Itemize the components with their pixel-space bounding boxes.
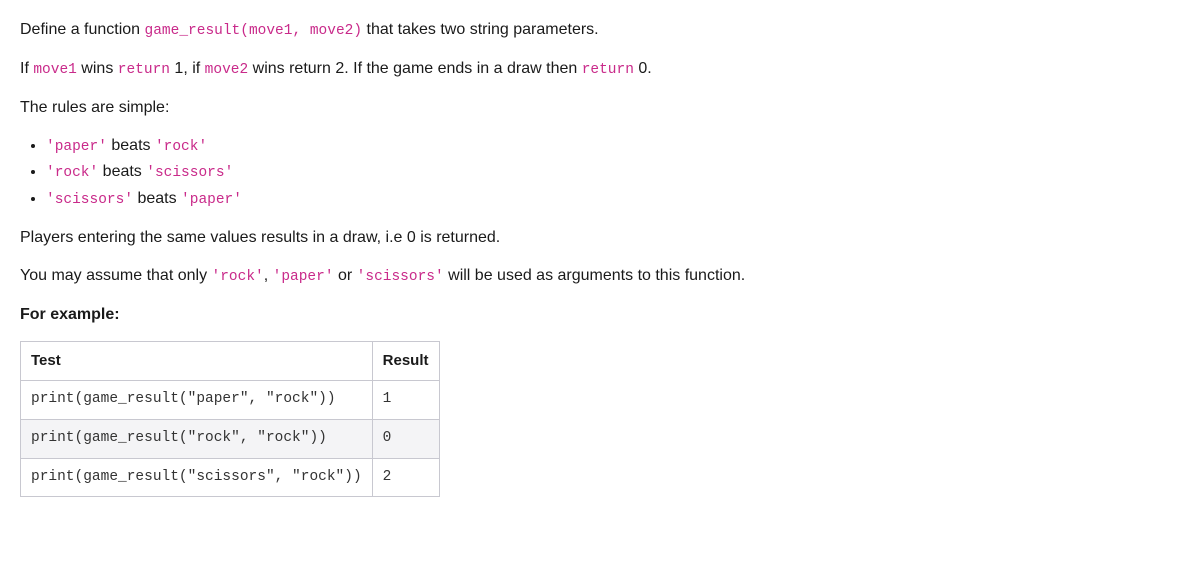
text: 0. [634, 60, 652, 77]
code-return: return [118, 62, 170, 78]
code-literal: 'rock' [46, 165, 98, 181]
cell-result: 2 [372, 458, 439, 497]
column-header-test: Test [21, 341, 373, 381]
text: beats [133, 190, 181, 207]
code-move1: move1 [33, 62, 77, 78]
paragraph-define: Define a function game_result(move1, mov… [20, 18, 1180, 43]
cell-result: 0 [372, 419, 439, 458]
text: , [264, 267, 273, 284]
example-table: Test Result print(game_result("paper", "… [20, 341, 440, 498]
code-literal: 'rock' [212, 269, 264, 285]
code-move2: move2 [205, 62, 249, 78]
list-item: 'scissors' beats 'paper' [46, 187, 1180, 212]
table-row: print(game_result("rock", "rock")) 0 [21, 419, 440, 458]
text: beats [107, 137, 155, 154]
text: wins return 2. If the game ends in a dra… [248, 60, 582, 77]
code-literal: 'rock' [155, 139, 207, 155]
code-literal: 'scissors' [146, 165, 233, 181]
table-header-row: Test Result [21, 341, 440, 381]
cell-test: print(game_result("rock", "rock")) [21, 419, 373, 458]
text: or [334, 267, 357, 284]
code-function-signature: game_result(move1, move2) [145, 23, 363, 39]
paragraph-draw: Players entering the same values results… [20, 226, 1180, 250]
code-literal: 'scissors' [46, 192, 133, 208]
cell-test: print(game_result("paper", "rock")) [21, 381, 373, 420]
code-literal: 'scissors' [357, 269, 444, 285]
text: You may assume that only [20, 267, 212, 284]
text: will be used as arguments to this functi… [444, 267, 746, 284]
text: wins [77, 60, 118, 77]
text: 1, if [170, 60, 205, 77]
cell-test: print(game_result("scissors", "rock")) [21, 458, 373, 497]
code-literal: 'paper' [273, 269, 334, 285]
code-literal: 'paper' [46, 139, 107, 155]
text: that takes two string parameters. [362, 21, 599, 38]
column-header-result: Result [372, 341, 439, 381]
code-literal: 'paper' [181, 192, 242, 208]
text: beats [98, 163, 146, 180]
paragraph-return-rules: If move1 wins return 1, if move2 wins re… [20, 57, 1180, 82]
problem-description: Define a function game_result(move1, mov… [20, 18, 1180, 497]
list-item: 'rock' beats 'scissors' [46, 160, 1180, 185]
rules-list: 'paper' beats 'rock' 'rock' beats 'sciss… [20, 134, 1180, 212]
text: If [20, 60, 33, 77]
table-row: print(game_result("paper", "rock")) 1 [21, 381, 440, 420]
table-row: print(game_result("scissors", "rock")) 2 [21, 458, 440, 497]
example-label: For example: [20, 303, 1180, 327]
list-item: 'paper' beats 'rock' [46, 134, 1180, 159]
cell-result: 1 [372, 381, 439, 420]
code-return: return [582, 62, 634, 78]
paragraph-assume: You may assume that only 'rock', 'paper'… [20, 264, 1180, 289]
text: Define a function [20, 21, 145, 38]
paragraph-rules-label: The rules are simple: [20, 96, 1180, 120]
